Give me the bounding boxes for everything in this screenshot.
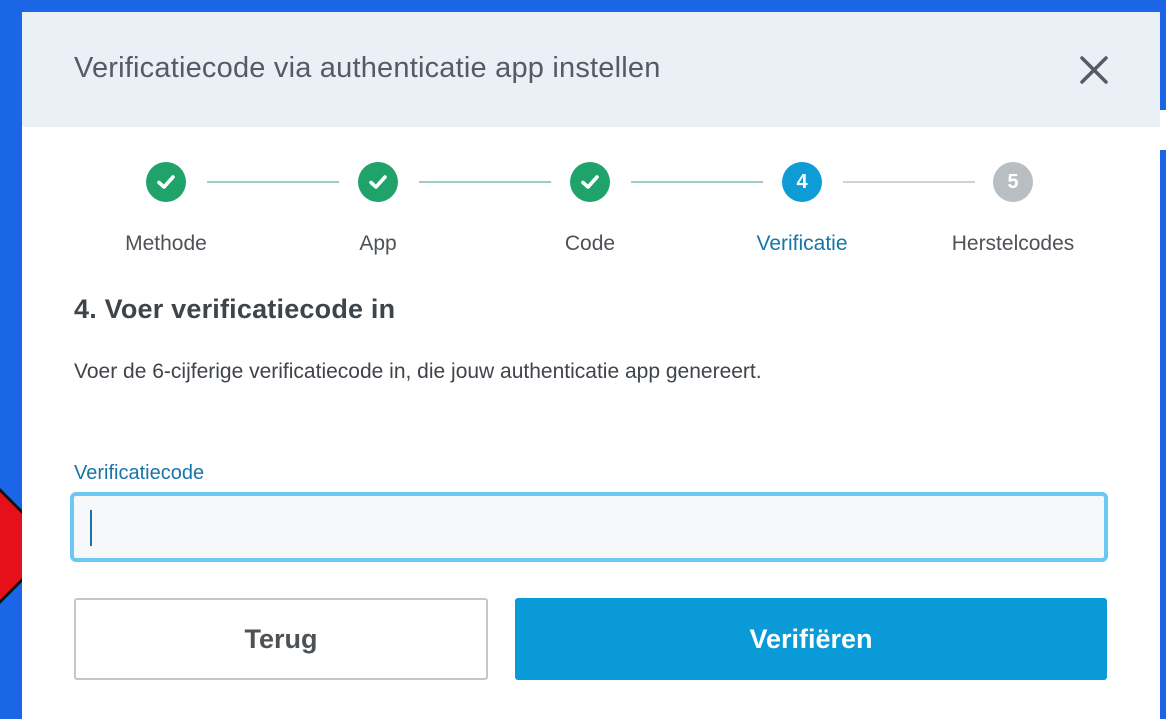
step-herstelcodes: 5 Herstelcodes <box>933 162 1093 256</box>
step-label: Code <box>564 232 616 255</box>
verification-code-input[interactable] <box>70 492 1108 562</box>
step-methode: Methode <box>86 162 246 256</box>
check-icon <box>146 162 186 202</box>
page-backdrop <box>0 0 1166 12</box>
verification-code-label: Verificatiecode <box>74 462 205 484</box>
step-number-badge: 4 <box>782 162 822 202</box>
close-button[interactable] <box>1074 50 1114 90</box>
verification-dialog: Verificatiecode via authenticatie app in… <box>22 12 1160 719</box>
step-number-badge: 5 <box>993 162 1033 202</box>
close-icon <box>1080 56 1108 84</box>
progress-stepper: Methode App Code 4 Verificatie 5 Herstel… <box>22 162 1160 272</box>
step-label: Methode <box>125 232 207 255</box>
text-caret <box>90 510 92 546</box>
step-app: App <box>298 162 458 256</box>
dialog-title: Verificatiecode via authenticatie app in… <box>74 52 661 84</box>
instructions-text: Voer de 6-cijferige verificatiecode in, … <box>74 360 762 383</box>
step-label: Verificatie <box>756 232 848 255</box>
check-icon <box>570 162 610 202</box>
verify-button[interactable]: Verifiëren <box>515 598 1107 680</box>
back-button[interactable]: Terug <box>74 598 488 680</box>
step-verificatie: 4 Verificatie <box>722 162 882 256</box>
step-label: Herstelcodes <box>951 232 1075 255</box>
step-code: Code <box>510 162 670 256</box>
dialog-header: Verificatiecode via authenticatie app in… <box>22 12 1160 127</box>
check-icon <box>358 162 398 202</box>
step-label: App <box>359 232 397 255</box>
background-page-fragment <box>1160 110 1166 150</box>
section-title: 4. Voer verificatiecode in <box>74 294 396 324</box>
